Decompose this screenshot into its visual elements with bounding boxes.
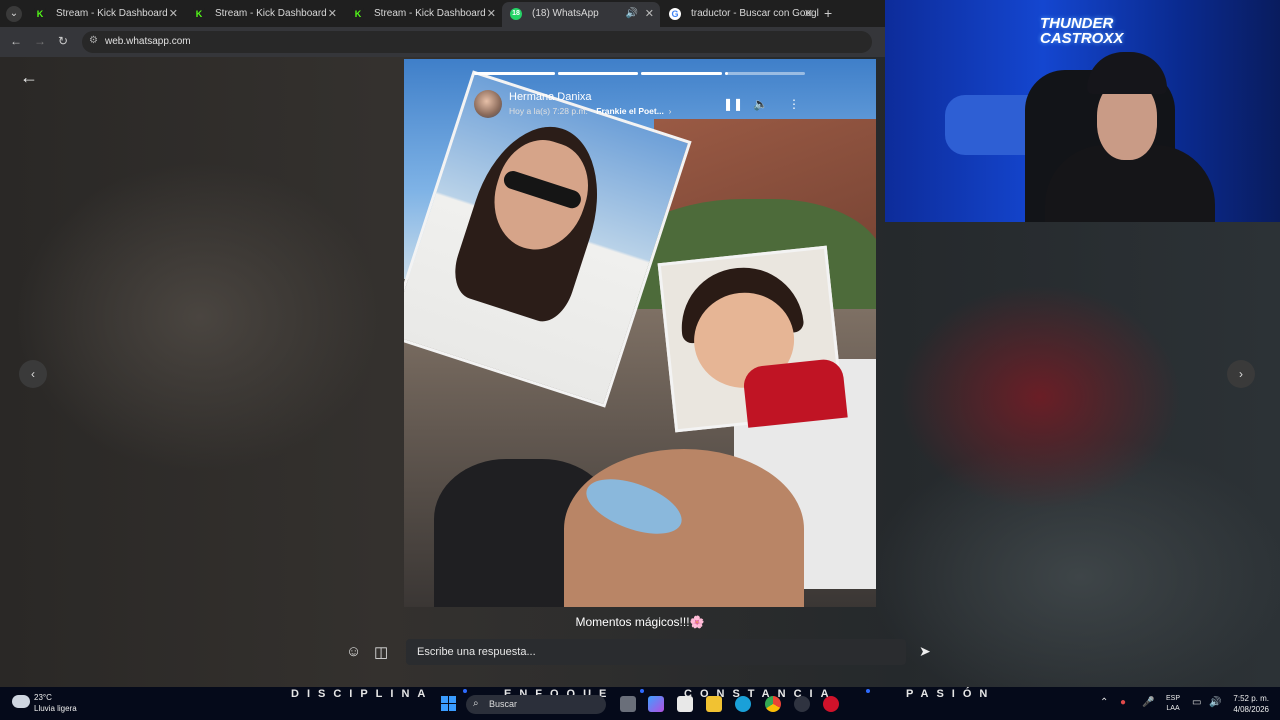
tab-title: (18) WhatsApp: [532, 8, 599, 19]
tab-strip: ⌄ K Stream - Kick Dashboard ✕ K Stream -…: [0, 0, 885, 27]
network-icon[interactable]: ▭: [1192, 697, 1201, 708]
emoji-icon[interactable]: ☺: [346, 643, 361, 660]
whatsapp-icon: 18: [510, 8, 522, 20]
close-icon[interactable]: ✕: [169, 2, 178, 26]
sticker-icon[interactable]: ◫: [374, 643, 388, 661]
chrome-icon[interactable]: [765, 696, 781, 712]
reply-input[interactable]: [406, 639, 906, 665]
site-info-icon[interactable]: ⚙: [89, 35, 98, 46]
tab-kick-dashboard-2[interactable]: K Stream - Kick Dashboard ✕: [185, 2, 343, 27]
chevron-right-icon[interactable]: ›: [666, 106, 672, 116]
music-label[interactable]: Frankie el Poet...: [596, 106, 664, 116]
tab-title: Stream - Kick Dashboard: [56, 8, 168, 19]
clock[interactable]: 7:52 p. m. 4/08/2026: [1229, 693, 1269, 715]
status-subline: Hoy a la(s) 7:28 p.m. Frankie el Poet...…: [509, 106, 671, 116]
tab-google-translate[interactable]: G traductor - Buscar con Google ✕: [661, 2, 819, 27]
obs-icon[interactable]: [794, 696, 810, 712]
close-icon[interactable]: ✕: [328, 2, 337, 26]
status-progress-2: [558, 72, 638, 75]
tab-title: Stream - Kick Dashboard: [215, 8, 327, 19]
pause-icon[interactable]: ❚❚: [723, 97, 743, 111]
back-icon[interactable]: ←: [10, 34, 22, 48]
windows-start-icon[interactable]: [441, 696, 456, 711]
contact-name[interactable]: Hermana Danixa: [509, 91, 592, 103]
status-progress-4: [725, 72, 805, 75]
next-status-button[interactable]: ›: [1227, 360, 1255, 388]
kick-icon: K: [193, 8, 205, 20]
send-icon[interactable]: ➤: [919, 643, 931, 660]
reply-field[interactable]: [406, 639, 906, 665]
status-image[interactable]: Hermana Danixa Hoy a la(s) 7:28 p.m. Fra…: [404, 59, 876, 607]
search-label: Buscar: [489, 699, 518, 709]
ticker-word: PASIÓN: [906, 688, 996, 700]
tab-search-button[interactable]: ⌄: [6, 6, 22, 22]
address-bar[interactable]: ⚙ web.whatsapp.com: [82, 31, 872, 53]
copilot-icon[interactable]: [648, 696, 664, 712]
volume-icon[interactable]: 🔈: [753, 97, 768, 111]
volume-tray-icon[interactable]: 🔊: [1209, 697, 1221, 708]
streamer-logo: THUNDER CASTROXX: [1040, 15, 1124, 47]
status-time: Hoy a la(s) 7:28 p.m.: [509, 106, 588, 116]
cloud-rain-icon[interactable]: [12, 695, 30, 708]
store-icon[interactable]: [677, 696, 693, 712]
webcam-overlay: THUNDER CASTROXX: [885, 0, 1280, 222]
ticker-word: DISCIPLINA: [291, 688, 434, 700]
tab-title: Stream - Kick Dashboard: [374, 8, 486, 19]
speaker-icon[interactable]: 🔊: [626, 2, 638, 26]
kick-icon: K: [352, 8, 364, 20]
chevron-up-icon[interactable]: ⌃: [1100, 697, 1108, 708]
language-indicator[interactable]: ESP LAA: [1166, 694, 1180, 714]
collage-photo-child: [657, 245, 848, 433]
app-tray-icon[interactable]: ●: [1120, 697, 1126, 708]
task-view-icon[interactable]: [620, 696, 636, 712]
status-progress-3: [641, 72, 722, 75]
reload-icon[interactable]: ↻: [58, 34, 68, 48]
tab-kick-dashboard-1[interactable]: K Stream - Kick Dashboard ✕: [26, 2, 184, 27]
edge-icon[interactable]: [735, 696, 751, 712]
forward-icon[interactable]: →: [34, 34, 46, 48]
more-options-icon[interactable]: ⋮: [788, 97, 800, 111]
microphone-icon[interactable]: 🎤: [1142, 697, 1154, 708]
tab-title: traductor - Buscar con Google: [691, 8, 819, 19]
taskbar-search[interactable]: ⌕ Buscar: [466, 695, 606, 714]
tab-whatsapp[interactable]: 18 (18) WhatsApp 🔊 ✕: [502, 2, 660, 27]
search-icon: ⌕: [473, 698, 479, 709]
kick-icon: K: [34, 8, 46, 20]
avatar[interactable]: [474, 90, 502, 118]
new-tab-button[interactable]: +: [824, 5, 832, 21]
url-text: web.whatsapp.com: [105, 36, 191, 47]
status-caption: Momentos mágicos!!!🌸: [575, 615, 705, 629]
back-arrow-icon[interactable]: ←: [20, 67, 38, 88]
taskbar: 23°C Lluvia ligera DISCIPLINA ENFOQUE CO…: [0, 687, 1280, 720]
google-icon: G: [669, 8, 681, 20]
close-icon[interactable]: ✕: [804, 2, 813, 26]
file-explorer-icon[interactable]: [706, 696, 722, 712]
weather-temperature[interactable]: 23°C: [34, 693, 52, 702]
close-icon[interactable]: ✕: [645, 2, 654, 26]
close-icon[interactable]: ✕: [487, 2, 496, 26]
browser-toolbar: ← → ↻ ⚙ web.whatsapp.com: [0, 27, 885, 57]
tab-kick-dashboard-3[interactable]: K Stream - Kick Dashboard ✕: [344, 2, 502, 27]
recording-app-icon[interactable]: [823, 696, 839, 712]
weather-description[interactable]: Lluvia ligera: [34, 704, 77, 713]
status-progress-1: [474, 72, 555, 75]
previous-status-button[interactable]: ‹: [19, 360, 47, 388]
